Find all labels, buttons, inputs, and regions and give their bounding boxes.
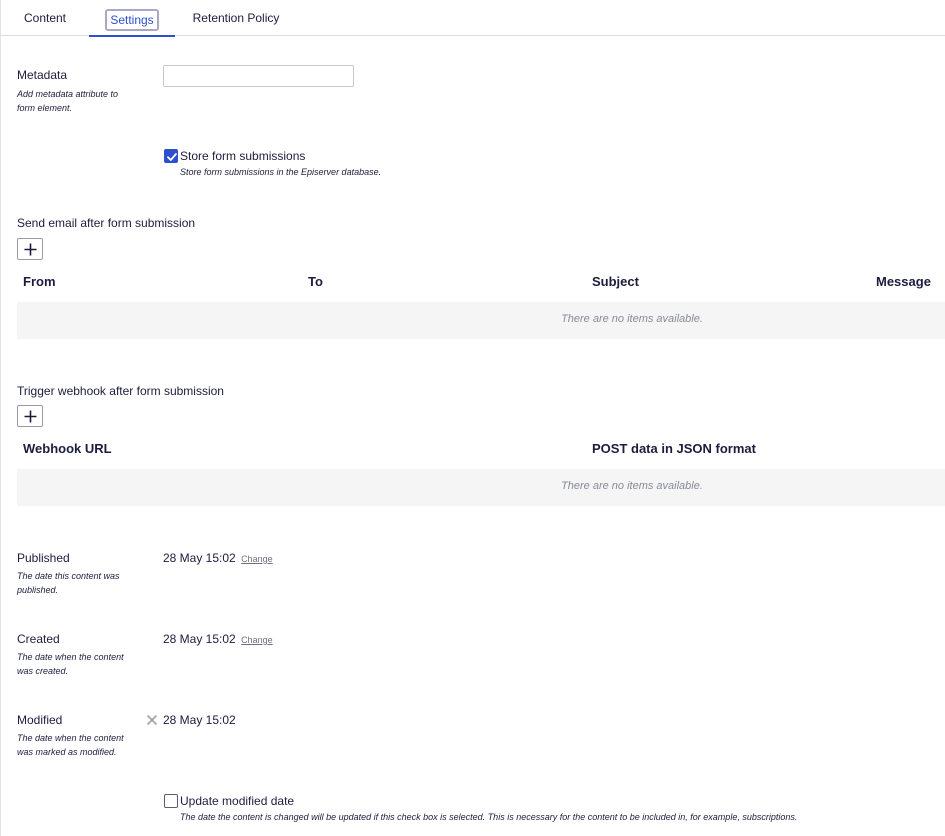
column-header-post-data: POST data in JSON format bbox=[592, 441, 756, 456]
modified-label: Modified bbox=[17, 713, 63, 727]
tab-settings[interactable]: Settings bbox=[89, 0, 175, 37]
webhook-section-title: Trigger webhook after form submission bbox=[17, 384, 224, 398]
store-submissions-checkbox[interactable] bbox=[164, 149, 178, 163]
update-modified-label[interactable]: Update modified date bbox=[180, 794, 294, 808]
column-header-message: Message bbox=[876, 274, 931, 289]
column-header-subject: Subject bbox=[592, 274, 639, 289]
store-submissions-label[interactable]: Store form submissions bbox=[180, 149, 305, 163]
column-header-from: From bbox=[23, 274, 56, 289]
metadata-label: Metadata bbox=[17, 68, 68, 82]
metadata-help: Add metadata attribute to form element. bbox=[17, 89, 119, 113]
update-modified-checkbox[interactable] bbox=[164, 794, 178, 808]
published-help: The date this content was published. bbox=[17, 571, 120, 595]
modified-help: The date when the content was marked as … bbox=[17, 733, 124, 757]
created-date-value: 28 May 15:02 bbox=[163, 632, 236, 646]
email-section-title: Send email after form submission bbox=[17, 216, 196, 230]
settings-panel: Content Settings Retention Policy Metada… bbox=[0, 0, 945, 836]
email-empty-text: There are no items available. bbox=[561, 313, 703, 325]
metadata-input[interactable] bbox=[163, 65, 354, 87]
plus-icon bbox=[24, 243, 37, 256]
tab-content-label: Content bbox=[23, 11, 67, 25]
webhook-empty-text: There are no items available. bbox=[561, 480, 703, 492]
tab-retention-label: Retention Policy bbox=[192, 11, 280, 25]
published-date: 28 May 15:02 Change bbox=[163, 551, 273, 565]
published-change-link[interactable]: Change bbox=[241, 554, 273, 564]
tab-bar: Content Settings Retention Policy bbox=[1, 0, 945, 37]
webhook-empty-row: There are no items available. bbox=[17, 469, 945, 506]
store-submissions-help: Store form submissions in the Episerver … bbox=[180, 167, 382, 177]
created-help: The date when the content was created. bbox=[17, 652, 124, 676]
active-tab-indicator bbox=[89, 35, 175, 37]
add-webhook-button[interactable] bbox=[17, 405, 43, 427]
tab-retention-policy[interactable]: Retention Policy bbox=[183, 0, 289, 36]
published-label: Published bbox=[17, 551, 70, 565]
plus-icon bbox=[24, 410, 37, 423]
checkmark-icon bbox=[167, 153, 177, 161]
created-date: 28 May 15:02 Change bbox=[163, 632, 273, 646]
published-date-value: 28 May 15:02 bbox=[163, 551, 236, 565]
created-change-link[interactable]: Change bbox=[241, 635, 273, 645]
update-modified-help: The date the content is changed will be … bbox=[180, 812, 798, 822]
email-empty-row: There are no items available. bbox=[17, 302, 945, 339]
column-header-to: To bbox=[308, 274, 323, 289]
modified-date: 28 May 15:02 bbox=[163, 713, 236, 727]
modified-date-value: 28 May 15:02 bbox=[163, 713, 236, 727]
created-label: Created bbox=[17, 632, 60, 646]
clear-icon[interactable] bbox=[146, 714, 158, 726]
tab-settings-label: Settings bbox=[105, 9, 159, 31]
add-email-button[interactable] bbox=[17, 238, 43, 260]
tab-content[interactable]: Content bbox=[11, 0, 79, 36]
column-header-webhook-url: Webhook URL bbox=[23, 441, 112, 456]
